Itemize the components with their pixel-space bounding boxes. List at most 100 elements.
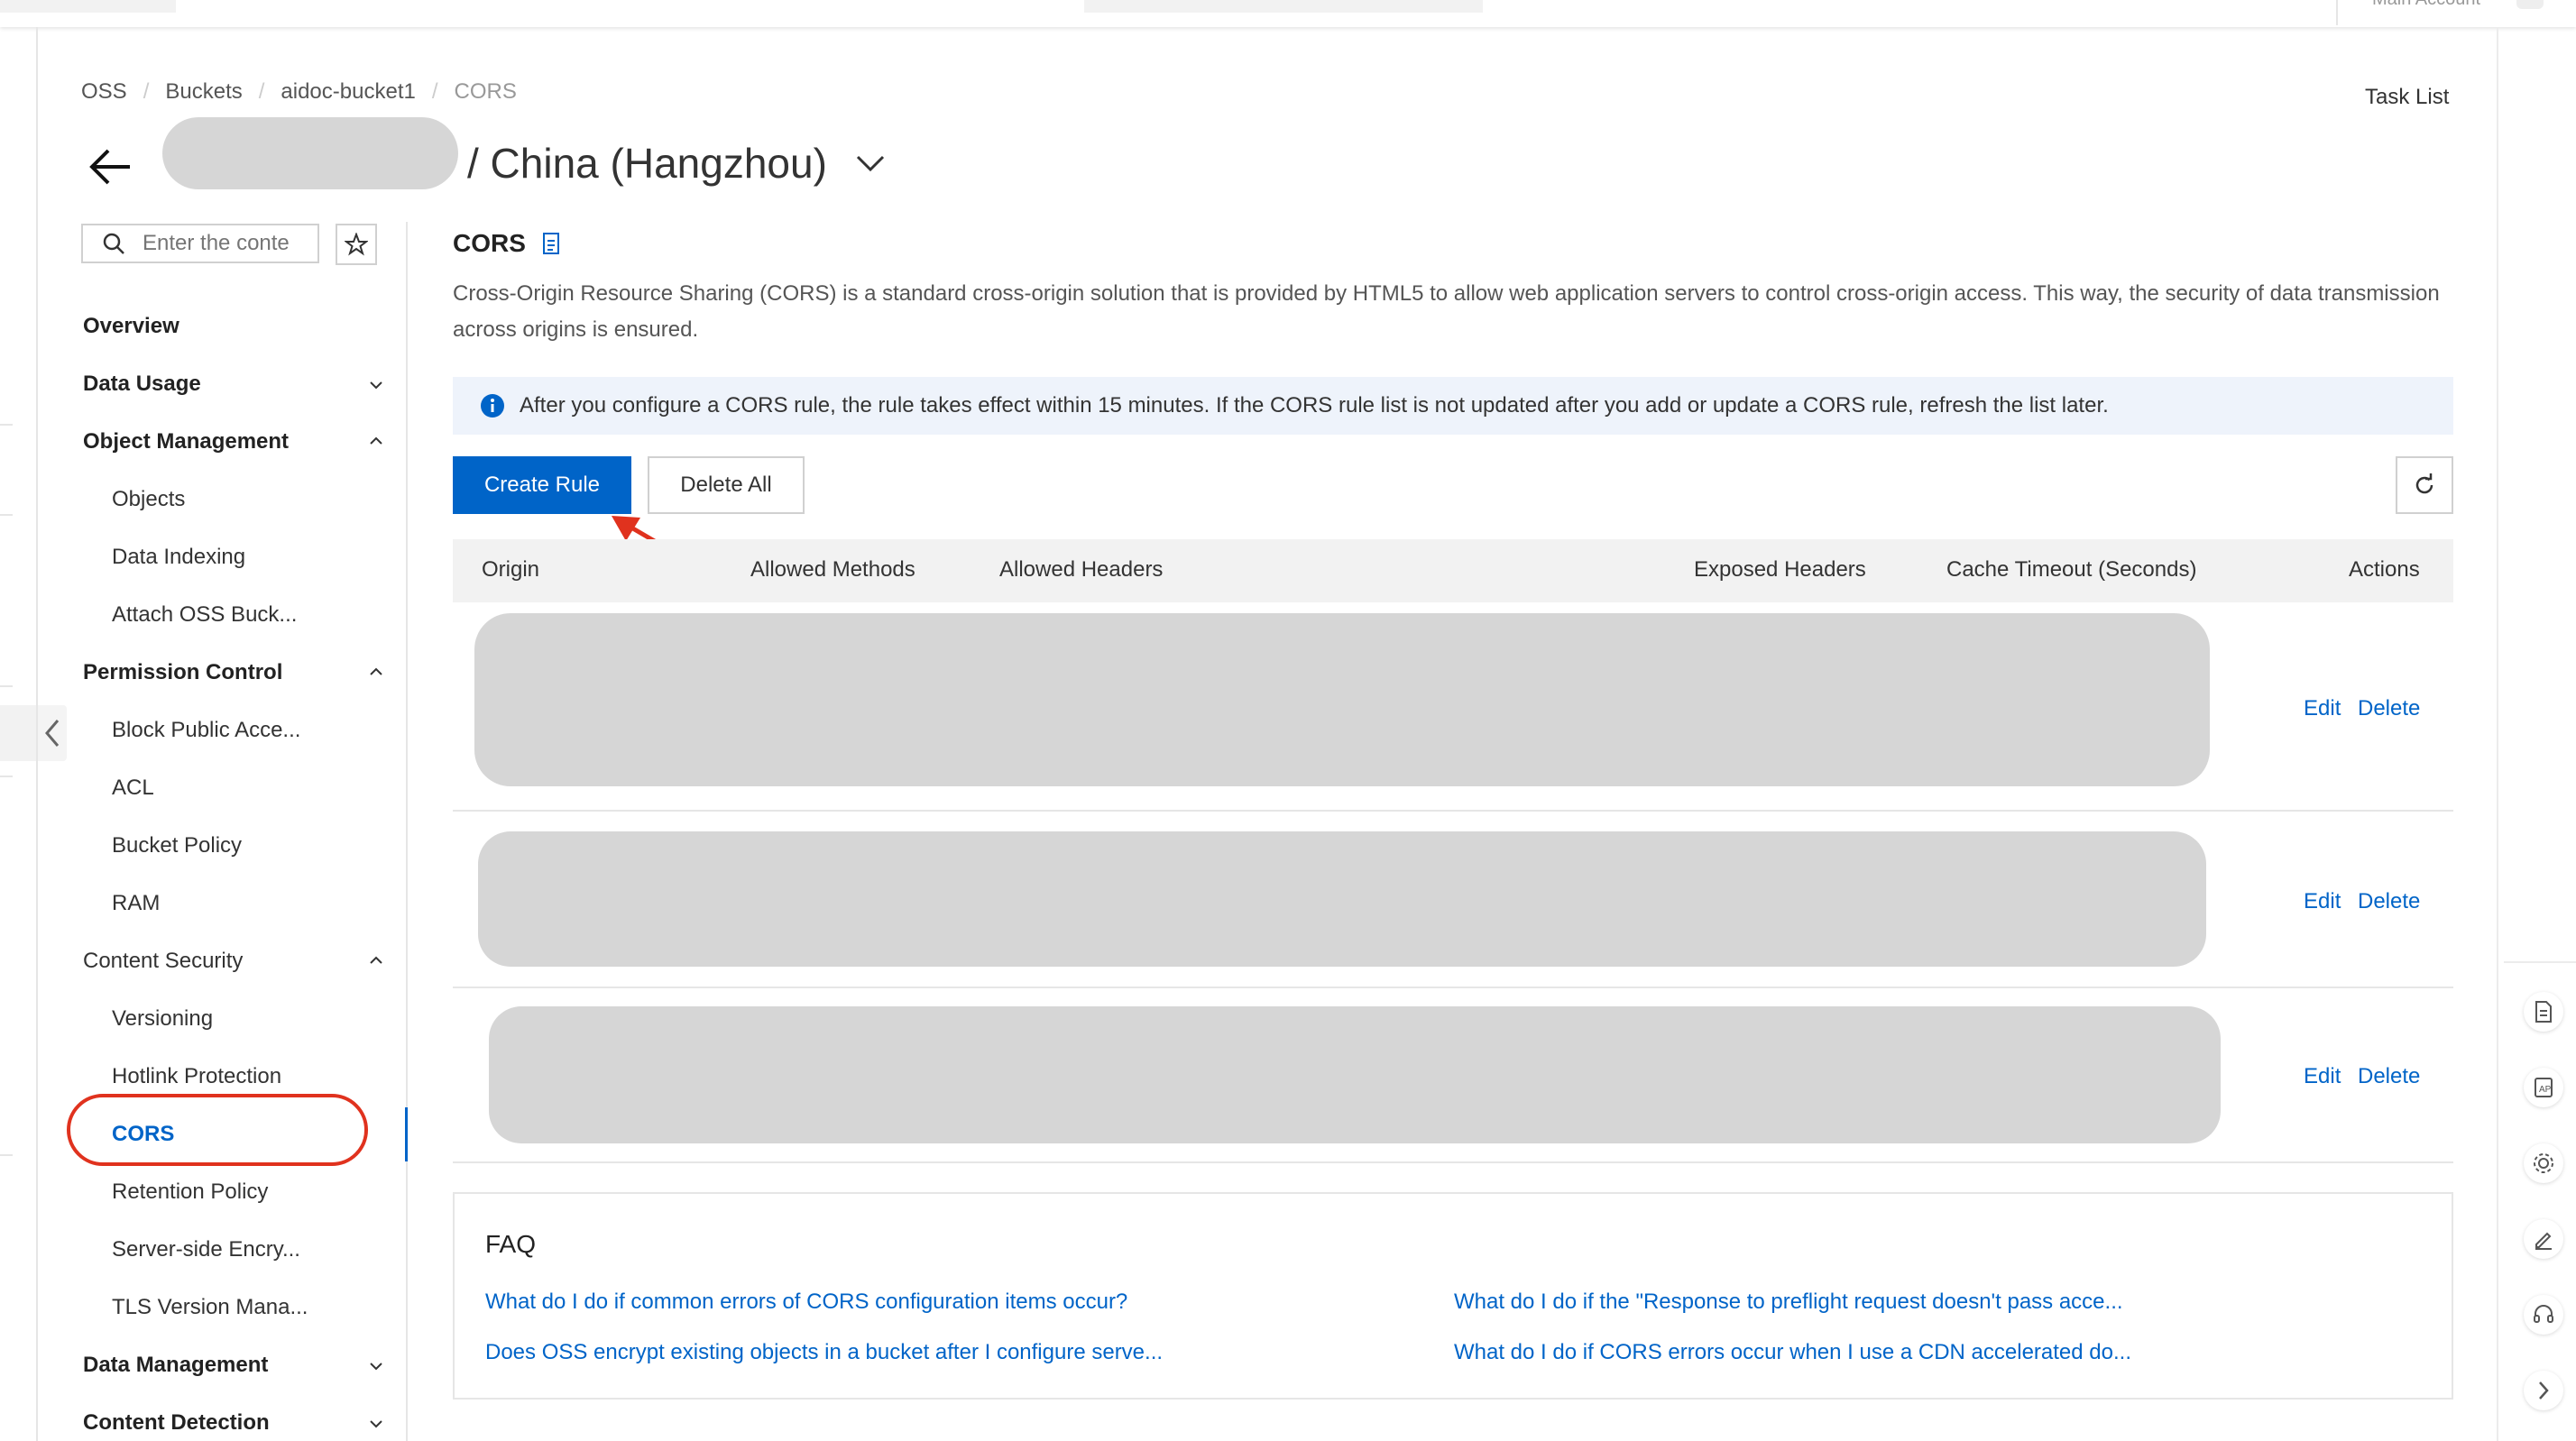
sidebar-item-object-management[interactable]: Object Management — [83, 429, 289, 454]
delete-all-button[interactable]: Delete All — [648, 456, 805, 514]
sidebar-item-data-usage[interactable]: Data Usage — [83, 372, 201, 397]
settings-tool-button[interactable] — [2524, 1143, 2563, 1183]
account-avatar[interactable] — [2516, 0, 2544, 9]
row-divider — [453, 1161, 2453, 1163]
sidebar-item-permission-control[interactable]: Permission Control — [83, 660, 282, 685]
column-actions: Actions — [2349, 557, 2420, 582]
right-rail — [2497, 27, 2498, 1441]
sidebar-item-hotlink-protection[interactable]: Hotlink Protection — [112, 1064, 281, 1089]
collapse-sidebar-button[interactable] — [38, 705, 67, 761]
top-bar-placeholder-left — [0, 0, 176, 13]
edit-tool-button[interactable] — [2524, 1219, 2563, 1259]
sidebar-item-data-indexing[interactable]: Data Indexing — [112, 545, 245, 570]
document-icon — [2535, 1001, 2552, 1023]
left-edge-mark — [0, 685, 13, 687]
sidebar-item-overview[interactable]: Overview — [83, 314, 179, 339]
edit-icon — [2535, 1232, 2552, 1250]
page-description: Cross-Origin Resource Sharing (CORS) is … — [453, 281, 2440, 342]
expand-tools-button[interactable] — [2524, 1371, 2563, 1410]
sidebar-item-versioning[interactable]: Versioning — [112, 1006, 213, 1032]
edit-rule-link[interactable]: Edit — [2304, 696, 2341, 721]
chevron-up-icon[interactable] — [368, 664, 384, 680]
favorite-button[interactable] — [336, 224, 377, 265]
sidebar-search[interactable] — [81, 224, 319, 263]
chevron-right-icon — [2539, 1381, 2549, 1400]
row-divider — [453, 987, 2453, 988]
column-exposed-headers: Exposed Headers — [1694, 557, 1866, 582]
delete-rule-link[interactable]: Delete — [2358, 1064, 2420, 1089]
edit-rule-link[interactable]: Edit — [2304, 889, 2341, 914]
faq-link[interactable]: What do I do if CORS errors occur when I… — [1454, 1340, 2131, 1365]
breadcrumb-separator: / — [431, 79, 438, 104]
column-cache-timeout: Cache Timeout (Seconds) — [1946, 557, 2197, 582]
chevron-down-icon[interactable] — [855, 153, 886, 173]
annotation-highlight-ring — [67, 1094, 368, 1166]
info-notice: After you configure a CORS rule, the rul… — [453, 377, 2453, 435]
sidebar-item-content-security[interactable]: Content Security — [83, 949, 243, 974]
column-allowed-methods: Allowed Methods — [750, 557, 915, 582]
row-divider — [453, 810, 2453, 812]
redacted-bucket-name — [162, 117, 458, 189]
region-title: / China (Hangzhou) — [467, 140, 827, 187]
faq-link[interactable]: Does OSS encrypt existing objects in a b… — [485, 1340, 1163, 1365]
headset-icon — [2534, 1305, 2553, 1323]
api-tool-button[interactable]: AP — [2524, 1068, 2563, 1107]
refresh-button[interactable] — [2396, 456, 2453, 514]
column-allowed-headers: Allowed Headers — [999, 557, 1164, 582]
create-rule-button[interactable]: Create Rule — [453, 456, 631, 514]
sidebar-item-bucket-policy[interactable]: Bucket Policy — [112, 833, 242, 858]
notice-text: After you configure a CORS rule, the rul… — [520, 393, 2109, 418]
faq-link[interactable]: What do I do if common errors of CORS co… — [485, 1290, 1127, 1315]
delete-rule-link[interactable]: Delete — [2358, 889, 2420, 914]
document-tool-button[interactable] — [2524, 992, 2563, 1032]
sidebar-item-content-detection[interactable]: Content Detection — [83, 1410, 270, 1436]
left-edge-mark — [0, 776, 13, 777]
left-edge-mark — [0, 514, 13, 516]
chevron-down-icon[interactable] — [368, 1416, 384, 1432]
task-list-link[interactable]: Task List — [2365, 85, 2449, 110]
sidebar-item-server-side-encryption[interactable]: Server-side Encry... — [112, 1237, 300, 1262]
gear-icon — [2534, 1153, 2553, 1173]
faq-panel: FAQ What do I do if common errors of COR… — [453, 1192, 2453, 1400]
breadcrumb-bucket[interactable]: aidoc-bucket1 — [281, 79, 415, 105]
sidebar-item-tls-version[interactable]: TLS Version Mana... — [112, 1295, 308, 1320]
document-icon[interactable] — [541, 231, 563, 256]
chevron-up-icon[interactable] — [368, 952, 384, 968]
redacted-row-content — [489, 1006, 2221, 1143]
edit-rule-link[interactable]: Edit — [2304, 1064, 2341, 1089]
sidebar-item-block-public-access[interactable]: Block Public Acce... — [112, 718, 300, 743]
page-title: CORS — [453, 229, 526, 257]
breadcrumb-oss[interactable]: OSS — [81, 79, 127, 105]
search-icon — [103, 233, 124, 254]
faq-link[interactable]: What do I do if the "Response to preflig… — [1454, 1290, 2123, 1315]
sidebar-item-acl[interactable]: ACL — [112, 776, 154, 801]
redacted-row-content — [474, 613, 2210, 786]
left-panel-edge — [0, 705, 36, 761]
chevron-up-icon[interactable] — [368, 433, 384, 449]
breadcrumb-separator: / — [258, 79, 265, 104]
faq-title: FAQ — [485, 1230, 537, 1258]
redacted-row-content — [478, 831, 2206, 967]
sidebar-item-objects[interactable]: Objects — [112, 487, 185, 512]
sidebar-divider — [406, 222, 408, 1441]
chevron-down-icon[interactable] — [368, 377, 384, 393]
sidebar-item-attach-oss-bucket[interactable]: Attach OSS Buck... — [112, 602, 297, 628]
search-input[interactable] — [141, 230, 307, 257]
chevron-left-icon — [45, 720, 60, 747]
delete-rule-link[interactable]: Delete — [2358, 696, 2420, 721]
top-bar: Main Account — [0, 0, 2576, 27]
sidebar-item-ram[interactable]: RAM — [112, 891, 160, 916]
breadcrumb: OSS / Buckets / aidoc-bucket1 / CORS — [81, 79, 517, 105]
breadcrumb-current: CORS — [454, 79, 517, 104]
account-label[interactable]: Main Account — [2372, 0, 2480, 10]
breadcrumb-buckets[interactable]: Buckets — [165, 79, 242, 105]
support-tool-button[interactable] — [2524, 1295, 2563, 1335]
sidebar-item-data-management[interactable]: Data Management — [83, 1353, 268, 1378]
star-icon — [345, 233, 368, 256]
svg-text:AP: AP — [2539, 1085, 2552, 1095]
sidebar-item-retention-policy[interactable]: Retention Policy — [112, 1179, 268, 1205]
top-bar-placeholder-center — [1084, 0, 1483, 13]
back-arrow-icon[interactable] — [87, 142, 135, 191]
column-origin: Origin — [482, 557, 540, 582]
chevron-down-icon[interactable] — [368, 1358, 384, 1374]
